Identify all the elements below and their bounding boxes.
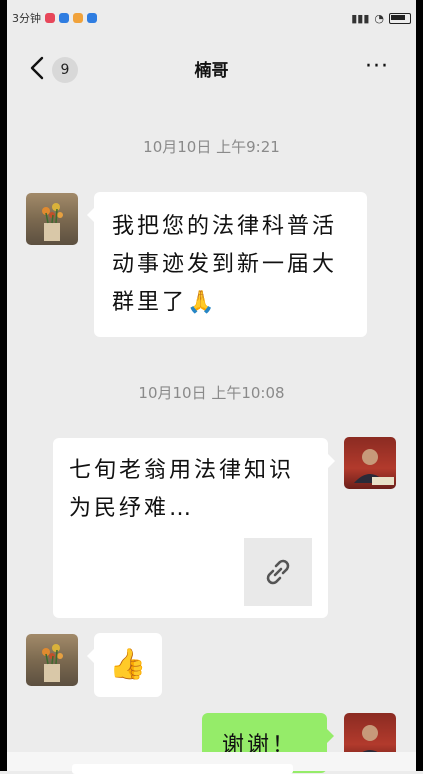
- more-options-button[interactable]: ···: [365, 54, 389, 79]
- contact-avatar[interactable]: [26, 193, 78, 245]
- battery-icon: [389, 12, 411, 24]
- message-text: 我把您的法律科普活动事迹发到新一届大群里了🙏: [112, 214, 338, 315]
- thumbs-up-icon: 👍: [109, 647, 147, 682]
- contact-avatar[interactable]: [26, 634, 78, 686]
- signal-icon: ▮▮▮: [351, 11, 370, 25]
- app-notification-icon: [87, 13, 97, 23]
- message-input[interactable]: [72, 764, 293, 774]
- status-left: 3分钟: [12, 10, 97, 26]
- person-photo-image: [354, 449, 394, 485]
- message-bubble-received[interactable]: 👍: [87, 633, 162, 697]
- flower-vase-image: [42, 644, 63, 682]
- message-timestamp: 10月10日 上午9:21: [143, 138, 280, 156]
- link-card-title: 七旬老翁用法律知识为民纾难…: [69, 458, 295, 521]
- message-bubble-received[interactable]: 我把您的法律科普活动事迹发到新一届大群里了🙏: [87, 192, 367, 337]
- flower-vase-image: [42, 203, 63, 241]
- chat-title: 楠哥: [194, 61, 229, 81]
- status-right: ▮▮▮ ◔: [351, 12, 411, 25]
- status-bar: 3分钟 ▮▮▮ ◔: [12, 8, 411, 28]
- link-card-message[interactable]: 七旬老翁用法律知识为民纾难…: [53, 438, 335, 618]
- app-notification-icon: [59, 13, 69, 23]
- status-time: 3分钟: [12, 12, 41, 25]
- chat-header: 9 楠哥 ···: [0, 44, 423, 92]
- message-timestamp: 10月10日 上午10:08: [138, 384, 285, 402]
- app-notification-icon: [73, 13, 83, 23]
- app-notification-icon: [45, 13, 55, 23]
- wifi-icon: ◔: [374, 11, 384, 25]
- self-avatar[interactable]: [344, 437, 396, 489]
- input-bar: [0, 752, 423, 774]
- link-icon: [244, 538, 312, 606]
